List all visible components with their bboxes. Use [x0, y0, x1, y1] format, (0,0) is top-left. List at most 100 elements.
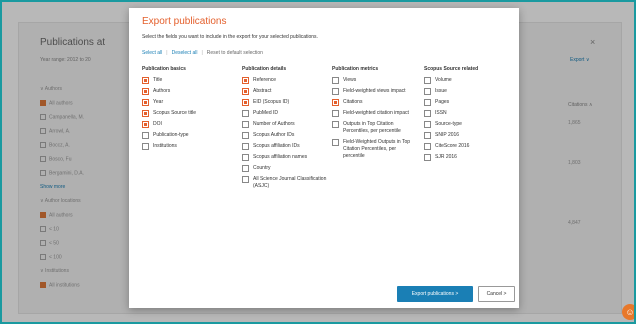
checkbox[interactable] [142, 143, 149, 150]
checkbox-checked[interactable] [242, 88, 249, 95]
field-option[interactable]: Scopus affiliation names [242, 154, 328, 161]
checkbox[interactable] [332, 88, 339, 95]
checkbox-checked[interactable] [142, 88, 149, 95]
column-heading: Publication metrics [332, 66, 379, 72]
field-option[interactable]: SJR 2016 [424, 154, 510, 161]
select-all-link[interactable]: Select all [142, 50, 162, 56]
checkbox-checked[interactable] [142, 77, 149, 84]
field-option[interactable]: ISSN [424, 110, 510, 117]
field-option[interactable]: DOI [142, 121, 234, 128]
checkbox[interactable] [332, 110, 339, 117]
option-label: All Science Journal Classification (ASJC… [253, 176, 327, 189]
field-option[interactable]: Title [142, 77, 234, 84]
option-label: SJR 2016 [435, 154, 457, 160]
checkbox[interactable] [242, 154, 249, 161]
field-option[interactable]: CiteScore 2016 [424, 143, 510, 150]
checkbox[interactable] [242, 121, 249, 128]
field-option[interactable]: PubMed ID [242, 110, 328, 117]
cancel-button[interactable]: Cancel > [478, 286, 515, 302]
field-option[interactable]: Field-weighted citation impact [332, 110, 418, 117]
checkbox[interactable] [424, 110, 431, 117]
field-option[interactable]: Publication-type [142, 132, 234, 139]
field-option[interactable]: Number of Authors [242, 121, 328, 128]
checkbox[interactable] [424, 99, 431, 106]
checkbox-checked[interactable] [142, 121, 149, 128]
checkbox[interactable] [424, 77, 431, 84]
field-option[interactable]: All Science Journal Classification (ASJC… [242, 176, 328, 190]
checkbox-checked[interactable] [242, 99, 249, 106]
checkbox[interactable] [332, 121, 339, 128]
option-label: Field-weighted views impact [343, 88, 406, 94]
option-label: Pages [435, 99, 450, 105]
column-heading: Publication details [242, 66, 287, 72]
field-option[interactable]: Outputs in Top Citation Percentiles, per… [332, 121, 418, 135]
chat-icon[interactable]: ☺ [622, 304, 634, 320]
checkbox[interactable] [424, 143, 431, 150]
export-publications-button[interactable]: Export publications > [397, 286, 473, 302]
checkbox[interactable] [332, 77, 339, 84]
option-label: SNIP 2016 [435, 132, 460, 138]
checkbox[interactable] [242, 176, 249, 183]
checkbox[interactable] [142, 132, 149, 139]
column-heading: Publication basics [142, 66, 186, 72]
checkbox[interactable] [424, 132, 431, 139]
field-column: Publication basics Title Authors Year Scopus… [142, 66, 234, 154]
export-dialog: Export publications Select the fields yo… [129, 8, 519, 308]
checkbox-checked[interactable] [242, 77, 249, 84]
field-option[interactable]: Field-weighted views impact [332, 88, 418, 95]
checkbox[interactable] [242, 165, 249, 172]
field-option[interactable]: Scopus Author IDs [242, 132, 328, 139]
checkbox[interactable] [424, 154, 431, 161]
field-option[interactable]: Abstract [242, 88, 328, 95]
field-option[interactable]: Authors [142, 88, 234, 95]
field-option[interactable]: Citations [332, 99, 418, 106]
field-option[interactable]: Scopus Source title [142, 110, 234, 117]
field-option[interactable]: Volume [424, 77, 510, 84]
option-label: Views [343, 77, 357, 83]
option-label: Outputs in Top Citation Percentiles, per… [343, 121, 401, 134]
option-label: Citations [343, 99, 363, 105]
reset-default-link[interactable]: Reset to default selection [207, 50, 263, 56]
option-label: Field-weighted citation impact [343, 110, 409, 116]
option-label: Number of Authors [253, 121, 295, 127]
checkbox-checked[interactable] [332, 99, 339, 106]
field-option[interactable]: Views [332, 77, 418, 84]
option-label: Country [253, 165, 271, 171]
option-label: Source-type [435, 121, 462, 127]
checkbox[interactable] [424, 88, 431, 95]
app-frame: Publications at Year range: 2012 to 20 ×… [2, 2, 634, 322]
option-label: Scopus Source title [153, 110, 197, 116]
link-separator: | [201, 50, 203, 56]
column-heading: Scopus Source related [424, 66, 479, 72]
field-option[interactable]: EID (Scopus ID) [242, 99, 328, 106]
option-label: ISSN [435, 110, 447, 116]
checkbox-checked[interactable] [142, 99, 149, 106]
field-option[interactable]: Year [142, 99, 234, 106]
option-label: Scopus affiliation IDs [253, 143, 300, 149]
option-label: Authors [153, 88, 171, 94]
checkbox[interactable] [424, 121, 431, 128]
field-option[interactable]: Country [242, 165, 328, 172]
option-label: DOI [153, 121, 162, 127]
field-option[interactable]: Issue [424, 88, 510, 95]
option-label: Reference [253, 77, 277, 83]
field-option[interactable]: Field-Weighted Outputs in Top Citation P… [332, 139, 418, 160]
field-column: Publication metrics Views Field-weighted v… [332, 66, 418, 164]
option-label: CiteScore 2016 [435, 143, 470, 149]
field-option[interactable]: SNIP 2016 [424, 132, 510, 139]
checkbox[interactable] [242, 132, 249, 139]
checkbox[interactable] [242, 110, 249, 117]
option-label: Year [153, 99, 164, 105]
checkbox-checked[interactable] [142, 110, 149, 117]
deselect-all-link[interactable]: Deselect all [172, 50, 198, 56]
checkbox[interactable] [242, 143, 249, 150]
field-option[interactable]: Source-type [424, 121, 510, 128]
checkbox[interactable] [332, 139, 339, 146]
field-option[interactable]: Pages [424, 99, 510, 106]
field-option[interactable]: Reference [242, 77, 328, 84]
field-option[interactable]: Scopus affiliation IDs [242, 143, 328, 150]
selection-links: Select all | Deselect all | Reset to default… [142, 50, 263, 56]
option-label: Volume [435, 77, 452, 83]
field-option[interactable]: Institutions [142, 143, 234, 150]
field-column: Scopus Source related Volume Issue Pages ISS… [424, 66, 510, 165]
